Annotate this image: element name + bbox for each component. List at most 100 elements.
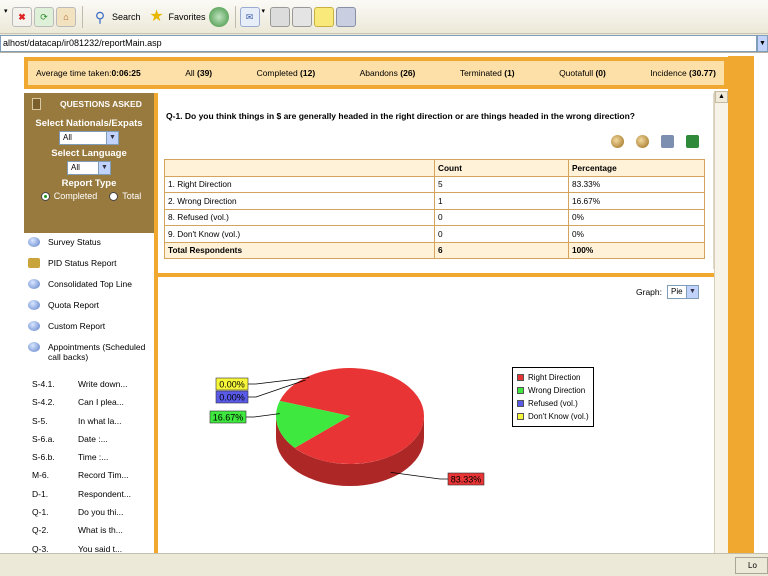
data-label: 16.67% bbox=[213, 413, 244, 423]
menu-appointments[interactable]: Appointments (Scheduled call backs) bbox=[24, 342, 154, 373]
print-icon[interactable] bbox=[661, 135, 674, 148]
question-list: S-4.1. Write down... S-4.2. Can I plea... … bbox=[24, 373, 154, 553]
avg-time-stat: Average time taken:0:06:25 bbox=[36, 68, 141, 78]
table-row: 1. Right Direction 5 83.33% bbox=[164, 175, 705, 193]
legend-item: Wrong Direction bbox=[517, 384, 589, 397]
menu-custom-report[interactable]: Custom Report bbox=[24, 321, 154, 342]
panel-toggle-icon bbox=[32, 98, 41, 110]
question-panel: Q-1. Do you think things in $ are genera… bbox=[158, 93, 714, 269]
question-item[interactable]: S-5. In what la... bbox=[24, 412, 154, 430]
search-icon: ⚲ bbox=[94, 8, 106, 25]
sidebar-header: QUESTIONS ASKED Select Nationals/Expats … bbox=[24, 93, 154, 233]
print-icon[interactable] bbox=[269, 6, 290, 27]
legend-label: Refused (vol.) bbox=[528, 399, 578, 408]
research-icon[interactable] bbox=[335, 6, 356, 27]
menu-survey-status[interactable]: Survey Status bbox=[24, 237, 154, 258]
report-content: Q-1. Do you think things in $ are genera… bbox=[154, 93, 714, 553]
table-row: 2. Wrong Direction 1 16.67% bbox=[164, 192, 705, 210]
back-dropdown-icon[interactable]: ▾ bbox=[4, 7, 10, 27]
edit-icon[interactable] bbox=[291, 6, 312, 27]
next-icon[interactable] bbox=[636, 135, 649, 148]
search-label: Search bbox=[112, 11, 141, 22]
total-radio[interactable] bbox=[109, 191, 119, 201]
address-input[interactable]: alhost/datacap/ir081232/reportMain.asp bbox=[0, 35, 757, 52]
results-table: Count Percentage 1. Right Direction 5 83.3… bbox=[164, 159, 705, 259]
language-label: Select Language bbox=[51, 148, 127, 159]
legend-swatch bbox=[517, 374, 524, 381]
question-item[interactable]: M-6. Record Tim... bbox=[24, 466, 154, 484]
menu-consolidated-top-line[interactable]: Consolidated Top Line bbox=[24, 279, 154, 300]
previous-icon[interactable] bbox=[611, 135, 624, 148]
chevron-down-icon: ▼ bbox=[106, 132, 118, 144]
question-item[interactable]: S-6.b. Time :... bbox=[24, 448, 154, 466]
browser-toolbar: ▾ ✖ ⟳ ⌂ ⚲ Search ★ Favorites ✉ ▾ bbox=[0, 0, 768, 34]
data-label: 83.33% bbox=[451, 475, 482, 485]
notes-icon[interactable] bbox=[313, 6, 334, 27]
terminated-stat[interactable]: Terminated (1) bbox=[460, 68, 515, 78]
report-icon bbox=[28, 300, 40, 310]
legend-swatch bbox=[517, 413, 524, 420]
favorites-label: Favorites bbox=[168, 11, 206, 22]
language-select[interactable]: All ▼ bbox=[67, 161, 111, 175]
question-item[interactable]: D-1. Respondent... bbox=[24, 485, 154, 503]
sidebar: QUESTIONS ASKED Select Nationals/Expats … bbox=[24, 93, 154, 553]
question-item[interactable]: S-6.a. Date :... bbox=[24, 430, 154, 448]
table-header-row: Count Percentage bbox=[164, 159, 705, 177]
stats-bar: Average time taken:0:06:25 All (39) Comp… bbox=[24, 57, 728, 89]
refresh-icon[interactable]: ⟳ bbox=[34, 6, 54, 27]
table-row: 9. Don't Know (vol.) 0 0% bbox=[164, 225, 705, 243]
nationals-select[interactable]: All ▼ bbox=[59, 131, 119, 145]
report-icon bbox=[28, 342, 40, 352]
question-item[interactable]: Q-2. What is th... bbox=[24, 521, 154, 539]
excel-export-icon[interactable] bbox=[686, 135, 699, 148]
report-actions bbox=[599, 135, 699, 148]
legend-item: Don't Know (vol.) bbox=[517, 410, 589, 423]
legend-swatch bbox=[517, 387, 524, 394]
mail-dropdown-icon[interactable]: ▾ bbox=[262, 7, 268, 27]
legend-label: Wrong Direction bbox=[528, 386, 586, 395]
total-radio-label: Total bbox=[122, 191, 142, 201]
key-icon bbox=[28, 258, 40, 268]
report-type-label: Report Type bbox=[61, 178, 117, 189]
incidence-stat: Incidence (30.77) bbox=[650, 68, 716, 78]
abandons-stat[interactable]: Abandons (26) bbox=[360, 68, 416, 78]
completed-radio[interactable] bbox=[40, 191, 50, 201]
data-label: 0.00% bbox=[219, 393, 245, 403]
chevron-down-icon: ▼ bbox=[98, 162, 110, 174]
toolbar-separator bbox=[82, 5, 83, 28]
favorites-button[interactable]: ★ Favorites bbox=[144, 4, 209, 30]
quotafull-stat[interactable]: Quotafull (0) bbox=[559, 68, 606, 78]
stop-icon[interactable]: ✖ bbox=[12, 6, 32, 27]
vertical-scrollbar[interactable]: ▲ bbox=[714, 91, 728, 553]
table-total-row: Total Respondents 6 100% bbox=[164, 241, 705, 259]
question-item[interactable]: Q-3. You said t... bbox=[24, 540, 154, 553]
legend-label: Don't Know (vol.) bbox=[528, 412, 589, 421]
legend-swatch bbox=[517, 400, 524, 407]
legend-item: Refused (vol.) bbox=[517, 397, 589, 410]
legend-item: Right Direction bbox=[517, 371, 589, 384]
questions-asked-button[interactable]: QUESTIONS ASKED bbox=[24, 93, 154, 115]
question-item[interactable]: Q-1. Do you thi... bbox=[24, 503, 154, 521]
data-label: 0.00% bbox=[219, 380, 245, 390]
scroll-up-icon[interactable]: ▲ bbox=[715, 91, 728, 103]
address-dropdown-icon[interactable]: ▼ bbox=[757, 35, 768, 52]
all-stat[interactable]: All (39) bbox=[185, 68, 212, 78]
status-zone: Lo bbox=[735, 557, 768, 574]
address-bar: alhost/datacap/ir081232/reportMain.asp ▼ bbox=[0, 34, 768, 53]
pie-chart: 83.33% 16.67% 0.00% 0.00% bbox=[209, 368, 485, 486]
menu-quota-report[interactable]: Quota Report bbox=[24, 300, 154, 321]
legend-label: Right Direction bbox=[528, 373, 581, 382]
question-item[interactable]: S-4.2. Can I plea... bbox=[24, 393, 154, 411]
history-icon[interactable] bbox=[208, 6, 229, 27]
search-button[interactable]: ⚲ Search bbox=[87, 4, 144, 30]
question-item[interactable]: S-4.1. Write down... bbox=[24, 375, 154, 393]
home-icon[interactable]: ⌂ bbox=[56, 6, 76, 27]
report-type-radios: Completed Total bbox=[24, 191, 154, 201]
completed-stat[interactable]: Completed (12) bbox=[257, 68, 316, 78]
menu-pid-status-report[interactable]: PID Status Report bbox=[24, 258, 154, 279]
report-menu: Survey Status PID Status Report Consolid… bbox=[24, 233, 154, 373]
report-icon bbox=[28, 321, 40, 331]
table-row: 8. Refused (vol.) 0 0% bbox=[164, 208, 705, 226]
toolbar-separator bbox=[234, 5, 236, 28]
mail-icon[interactable]: ✉ bbox=[239, 6, 260, 27]
